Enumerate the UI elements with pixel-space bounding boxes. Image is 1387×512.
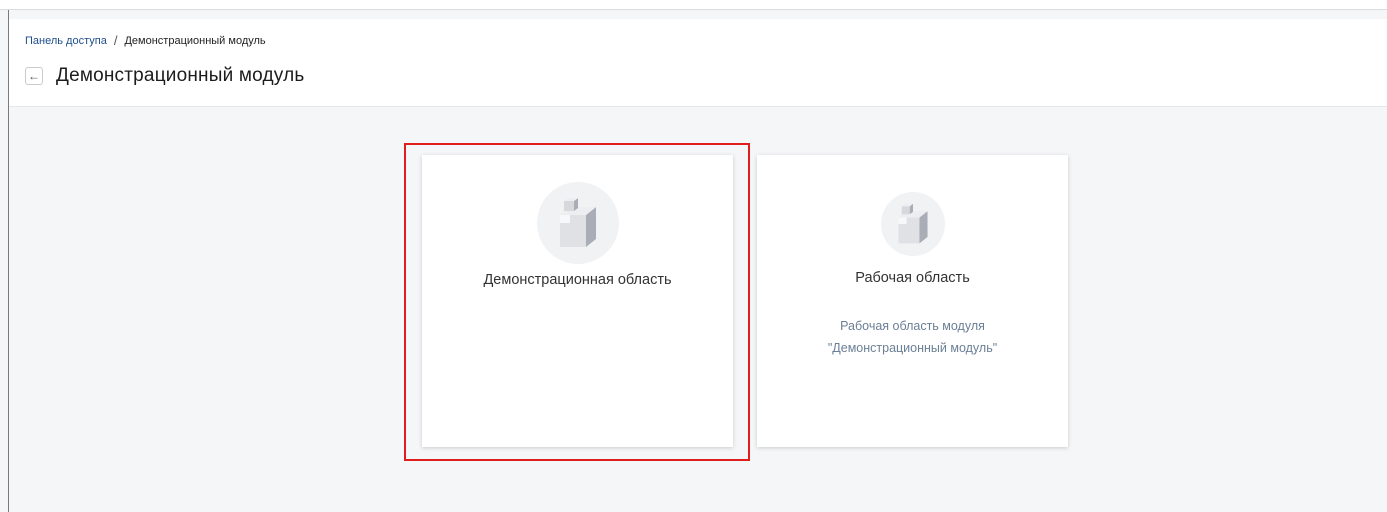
arrow-left-icon: ← [28, 69, 40, 83]
card-icon-background [536, 182, 619, 264]
page-title: Демонстрационный модуль [56, 65, 305, 86]
card-icon-background [880, 192, 945, 256]
page-header: Панель доступа / Демонстрационный модуль… [9, 19, 1387, 107]
card-description-line: "Демонстрационный модуль" [827, 341, 998, 355]
breadcrumb-root-link[interactable]: Панель доступа [25, 35, 107, 47]
back-button[interactable]: ← [25, 67, 43, 85]
card-title: Демонстрационная область [483, 272, 672, 288]
breadcrumb: Панель доступа / Демонстрационный модуль [25, 33, 266, 48]
breadcrumb-separator: / [113, 33, 118, 48]
cube-icon [559, 198, 596, 247]
cube-icon [897, 203, 928, 244]
card-description: Рабочая область модуля "Демонстрационный… [828, 315, 997, 359]
card-demo-area[interactable]: Демонстрационная область [422, 155, 733, 447]
card-title: Рабочая область [855, 270, 970, 286]
window-top-bar [0, 0, 1387, 10]
title-row: ← Демонстрационный модуль [25, 65, 304, 87]
card-work-area[interactable]: Рабочая область Рабочая область модуля "… [757, 155, 1068, 447]
breadcrumb-current: Демонстрационный модуль [124, 34, 266, 47]
card-description-line: Рабочая область модуля [840, 319, 985, 333]
